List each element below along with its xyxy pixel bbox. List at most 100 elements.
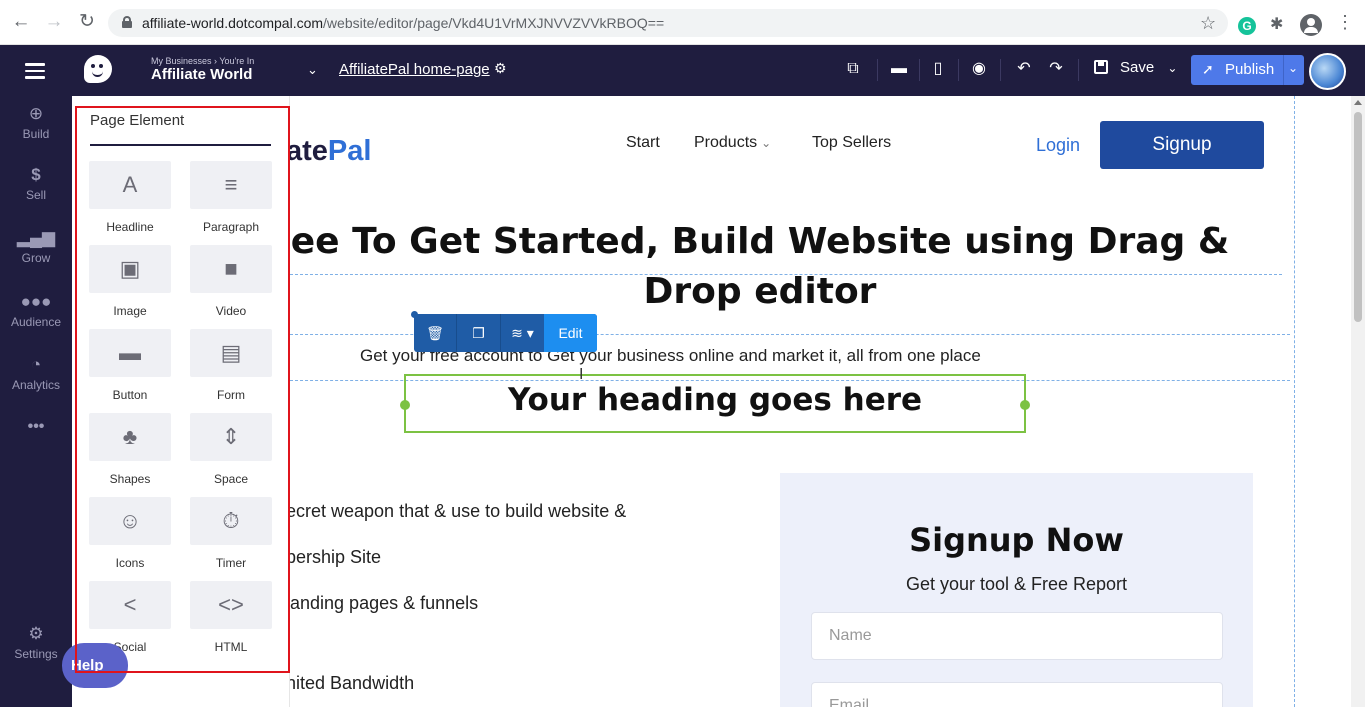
reload-icon[interactable]: ↻ bbox=[76, 11, 98, 33]
element-tile-html[interactable]: <> HTML bbox=[190, 581, 272, 654]
save-disk-icon bbox=[1094, 60, 1108, 74]
selected-heading-element[interactable]: Your heading goes here bbox=[400, 374, 1030, 433]
dotcompal-logo-icon[interactable] bbox=[84, 55, 112, 83]
plus-circle-icon: ⊕ bbox=[28, 104, 44, 123]
redo-icon[interactable]: ↷ bbox=[1045, 58, 1067, 80]
video-camera-icon: ■ bbox=[190, 245, 272, 293]
toolbar-divider bbox=[919, 59, 920, 81]
share-icon: < bbox=[89, 581, 171, 629]
bookmark-star-icon[interactable]: ☆ bbox=[1200, 13, 1216, 34]
hero-headline[interactable]: ee To Get Started, Build Website using D… bbox=[290, 217, 1230, 317]
editor-header: My Businesses › You're In Affiliate Worl… bbox=[0, 45, 1365, 96]
element-tile-video[interactable]: ■ Video bbox=[190, 245, 272, 318]
rail-item-analytics[interactable]: ◔ Analytics bbox=[0, 355, 72, 392]
toolbar-divider bbox=[958, 59, 959, 81]
code-brackets-icon: <> bbox=[190, 581, 272, 629]
browser-toolbar: ← → ↻ affiliate-world.dotcompal.com/webs… bbox=[0, 0, 1365, 45]
signup-card-subtitle[interactable]: Get your tool & Free Report bbox=[780, 574, 1253, 595]
feature-line[interactable]: landing pages & funnels bbox=[286, 593, 478, 614]
scroll-up-arrow-icon[interactable] bbox=[1354, 100, 1362, 105]
edit-element-button[interactable]: Edit bbox=[544, 314, 597, 352]
undo-icon[interactable]: ↶ bbox=[1013, 58, 1035, 80]
signup-card-title[interactable]: Signup Now bbox=[780, 521, 1253, 559]
resize-handle-right[interactable] bbox=[1020, 400, 1030, 410]
toolbar-divider bbox=[1078, 59, 1079, 81]
publish-button[interactable]: ➚ Publish ⌄ bbox=[1191, 55, 1304, 85]
bar-chart-icon: ▂▄▆ bbox=[16, 228, 56, 247]
element-tile-space[interactable]: ⇕ Space bbox=[190, 413, 272, 486]
element-tile-timer[interactable]: ⏱ Timer bbox=[190, 497, 272, 570]
desktop-view-icon[interactable]: ▬ bbox=[888, 58, 910, 80]
element-tile-shapes[interactable]: ♣ Shapes bbox=[89, 413, 171, 486]
responsive-view-icon[interactable]: ⧉ bbox=[842, 58, 864, 80]
paragraph-icon: ≡ bbox=[190, 161, 272, 209]
grammarly-extension-icon[interactable]: G bbox=[1238, 17, 1256, 35]
email-field[interactable]: Email bbox=[811, 682, 1223, 707]
rail-item-settings[interactable]: ⚙ Settings bbox=[0, 624, 72, 661]
canvas-scrollbar[interactable] bbox=[1351, 96, 1365, 707]
headline-icon: A bbox=[89, 161, 171, 209]
rail-item-build[interactable]: ⊕ Build bbox=[0, 104, 72, 141]
url-text: affiliate-world.dotcompal.com/website/ed… bbox=[142, 15, 665, 31]
site-nav-start[interactable]: Start bbox=[626, 134, 660, 152]
extensions-puzzle-icon[interactable]: ✱ bbox=[1270, 14, 1283, 34]
site-logo[interactable]: atePal bbox=[286, 135, 371, 168]
browser-menu-icon[interactable]: ⋮ bbox=[1336, 13, 1354, 31]
canvas-guide-line bbox=[1294, 96, 1295, 707]
user-avatar[interactable] bbox=[1309, 53, 1346, 90]
shapes-icon: ♣ bbox=[89, 413, 171, 461]
image-icon: ▣ bbox=[89, 245, 171, 293]
feature-line[interactable]: bership Site bbox=[286, 547, 381, 568]
chevron-down-icon[interactable]: ⌄ bbox=[307, 62, 318, 78]
toolbar-divider bbox=[877, 59, 878, 81]
gear-icon: ⚙ bbox=[28, 624, 44, 643]
scroll-thumb[interactable] bbox=[1354, 112, 1362, 322]
chevron-down-icon: ⌄ bbox=[761, 136, 772, 150]
hamburger-menu-icon[interactable] bbox=[25, 63, 45, 79]
element-tile-button[interactable]: ▬ Button bbox=[89, 329, 171, 402]
publish-options-chevron-icon[interactable]: ⌄ bbox=[1288, 61, 1298, 75]
element-tile-icons[interactable]: ☺ Icons bbox=[89, 497, 171, 570]
more-icon[interactable]: ••• bbox=[0, 418, 72, 436]
rocket-icon: ➚ bbox=[1202, 61, 1214, 77]
duplicate-icon[interactable]: ❐ bbox=[457, 314, 500, 352]
save-chevron-icon[interactable]: ⌄ bbox=[1167, 61, 1177, 75]
feature-line[interactable]: nited Bandwidth bbox=[286, 673, 414, 694]
trash-icon[interactable]: 🗑 bbox=[414, 314, 456, 352]
resize-handle-left[interactable] bbox=[400, 400, 410, 410]
mobile-view-icon[interactable]: ▯ bbox=[927, 58, 949, 80]
panel-title-underline bbox=[90, 144, 271, 146]
save-button[interactable]: Save ⌄ bbox=[1094, 59, 1177, 76]
address-bar[interactable]: affiliate-world.dotcompal.com/website/ed… bbox=[108, 9, 1228, 37]
page-settings-gear-icon[interactable]: ⚙ bbox=[494, 60, 507, 77]
element-tile-paragraph[interactable]: ≡ Paragraph bbox=[190, 161, 272, 234]
back-arrow-icon[interactable]: ← bbox=[10, 11, 32, 33]
analytics-icon: ◔ bbox=[30, 355, 42, 374]
preview-eye-icon[interactable]: ◉ bbox=[968, 58, 990, 80]
business-breadcrumb: My Businesses › You're In bbox=[151, 56, 255, 66]
element-tile-headline[interactable]: A Headline bbox=[89, 161, 171, 234]
page-name-link[interactable]: AffiliatePal home-page bbox=[339, 61, 490, 78]
page-element-panel: Page Element A Headline ≡ Paragraph ▣ Image… bbox=[72, 96, 290, 707]
element-tile-form[interactable]: ▤ Form bbox=[190, 329, 272, 402]
rail-item-grow[interactable]: ▂▄▆ Grow bbox=[0, 228, 72, 265]
site-login-link[interactable]: Login bbox=[1036, 135, 1080, 156]
name-field[interactable]: Name bbox=[811, 612, 1223, 660]
rail-item-audience[interactable]: ●●● Audience bbox=[0, 292, 72, 329]
rail-item-sell[interactable]: $ Sell bbox=[0, 165, 72, 202]
dollar-icon: $ bbox=[31, 165, 41, 184]
button-icon: ▬ bbox=[89, 329, 171, 377]
business-name[interactable]: Affiliate World bbox=[151, 66, 252, 83]
help-button[interactable]: Help bbox=[62, 643, 128, 688]
site-signup-button[interactable]: Signup bbox=[1100, 121, 1264, 169]
forward-arrow-icon[interactable]: → bbox=[43, 11, 65, 33]
profile-icon[interactable] bbox=[1300, 14, 1322, 36]
heading-text[interactable]: Your heading goes here bbox=[406, 382, 1024, 418]
stopwatch-icon: ⏱ bbox=[190, 497, 272, 545]
layers-icon[interactable]: ≋ ▾ bbox=[501, 314, 544, 352]
element-tile-image[interactable]: ▣ Image bbox=[89, 245, 171, 318]
site-nav-top-sellers[interactable]: Top Sellers bbox=[812, 134, 891, 152]
feature-line[interactable]: ecret weapon that & use to build website… bbox=[286, 501, 626, 522]
site-nav-products[interactable]: Products ⌄ bbox=[694, 134, 771, 152]
lock-icon bbox=[122, 16, 132, 28]
